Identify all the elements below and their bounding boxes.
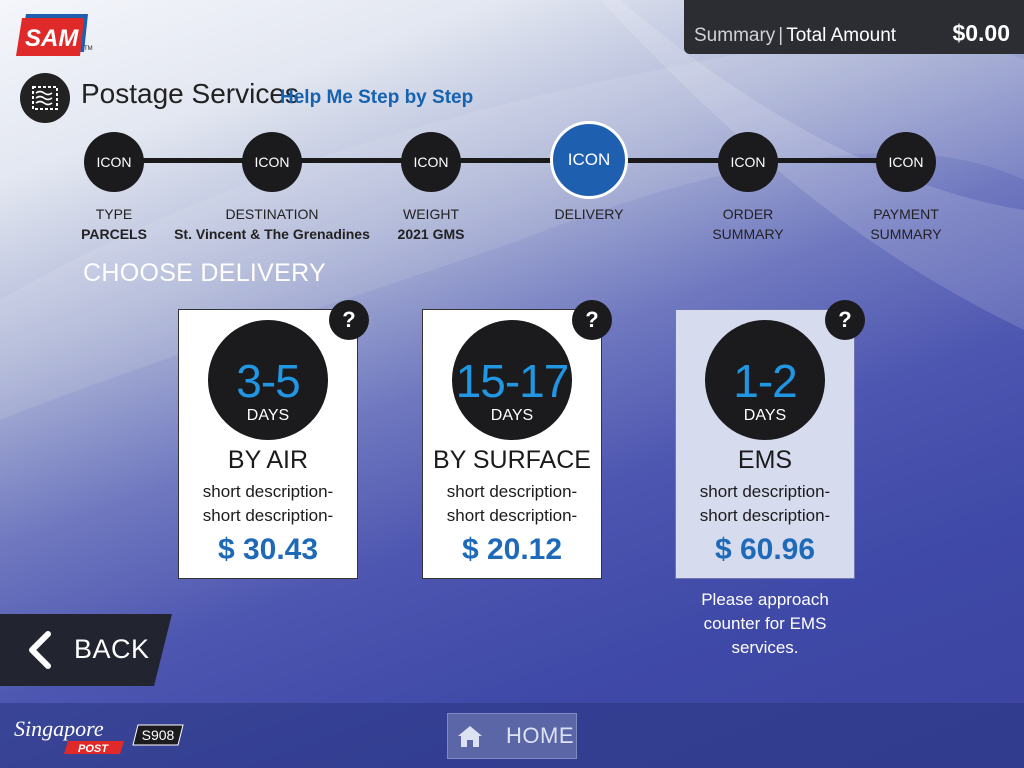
ems-note: Please approach counter for EMS services… <box>668 588 862 660</box>
days-label: DAYS <box>743 407 787 424</box>
sam-logo: SAM TM <box>16 14 93 56</box>
step-label: TYPE <box>95 206 133 222</box>
total-amount-label: Total Amount <box>786 25 897 46</box>
singapore-post-logo-text: Singapore <box>14 716 104 741</box>
help-question-icon[interactable]: ? <box>825 300 865 340</box>
ems-note-line: counter for EMS services. <box>703 614 827 657</box>
step-payment-summary-caption: PAYMENT SUMMARY <box>806 204 1006 244</box>
step-icon-text: ICON <box>96 154 132 170</box>
step-value: SUMMARY <box>712 226 784 242</box>
help-question-icon[interactable]: ? <box>572 300 612 340</box>
delivery-price: $ 60.96 <box>714 533 816 566</box>
step-type-icon[interactable]: ICON <box>84 132 144 192</box>
step-destination-icon[interactable]: ICON <box>242 132 302 192</box>
delivery-method: BY SURFACE <box>433 446 591 474</box>
step-icon-text: ICON <box>888 154 924 170</box>
stamp-icon <box>20 73 70 123</box>
singapore-post-logo: Singapore POST <box>14 716 124 755</box>
delivery-description: short description- <box>202 506 334 525</box>
sam-logo-text: SAM <box>25 25 79 52</box>
days-label: DAYS <box>490 407 534 424</box>
delivery-price: $ 20.12 <box>461 533 563 566</box>
store-code-text: S908 <box>142 727 175 743</box>
help-question-icon[interactable]: ? <box>329 300 369 340</box>
step-label: DESTINATION <box>225 206 319 222</box>
days-label: DAYS <box>246 407 290 424</box>
help-me-step-by-step-link[interactable]: Help Me Step by Step <box>280 87 473 109</box>
back-button-label[interactable]: BACK <box>74 634 150 665</box>
step-value: SUMMARY <box>870 226 942 242</box>
ems-note-line: Please approach <box>701 590 829 609</box>
page-title: Postage Services <box>81 78 299 109</box>
delivery-method: BY AIR <box>227 446 309 474</box>
delivery-description: short description- <box>202 482 334 501</box>
sam-logo-tm: TM <box>84 46 93 52</box>
total-amount-value: $0.00 <box>952 20 1010 46</box>
delivery-description: short description- <box>446 482 578 501</box>
summary-label: Summary <box>694 25 776 46</box>
summary-bar[interactable]: Summary | Total Amount $0.00 <box>684 0 1024 54</box>
step-payment-summary-icon[interactable]: ICON <box>876 132 936 192</box>
step-label: DELIVERY <box>554 206 624 222</box>
singapore-post-logo-sub: POST <box>78 743 109 755</box>
step-label: ORDER <box>722 206 774 222</box>
step-icon-text: ICON <box>730 154 766 170</box>
step-label: WEIGHT <box>403 206 459 222</box>
step-icon-text: ICON <box>567 150 611 169</box>
home-button-label[interactable]: HOME <box>506 723 574 749</box>
delivery-days: 1-2 <box>733 355 797 407</box>
delivery-method: EMS <box>737 446 793 474</box>
step-icon-text: ICON <box>254 154 290 170</box>
delivery-days: 15-17 <box>455 355 570 407</box>
delivery-days: 3-5 <box>236 355 300 407</box>
summary-text: Summary | Total Amount <box>694 25 896 47</box>
stepper-line <box>114 158 906 163</box>
delivery-description: short description- <box>699 506 831 525</box>
step-delivery-icon[interactable]: ICON <box>550 121 628 199</box>
step-icon-text: ICON <box>413 154 449 170</box>
store-code-badge: S908 <box>132 724 184 746</box>
step-value: 2021 GMS <box>397 226 465 242</box>
delivery-description: short description- <box>699 482 831 501</box>
step-label: PAYMENT <box>873 206 939 222</box>
step-weight-icon[interactable]: ICON <box>401 132 461 192</box>
choose-delivery-heading: CHOOSE DELIVERY <box>83 259 327 287</box>
delivery-price: $ 30.43 <box>217 533 319 566</box>
summary-separator: | <box>778 25 784 46</box>
delivery-description: short description- <box>446 506 578 525</box>
step-order-summary-icon[interactable]: ICON <box>718 132 778 192</box>
home-icon <box>458 726 482 747</box>
